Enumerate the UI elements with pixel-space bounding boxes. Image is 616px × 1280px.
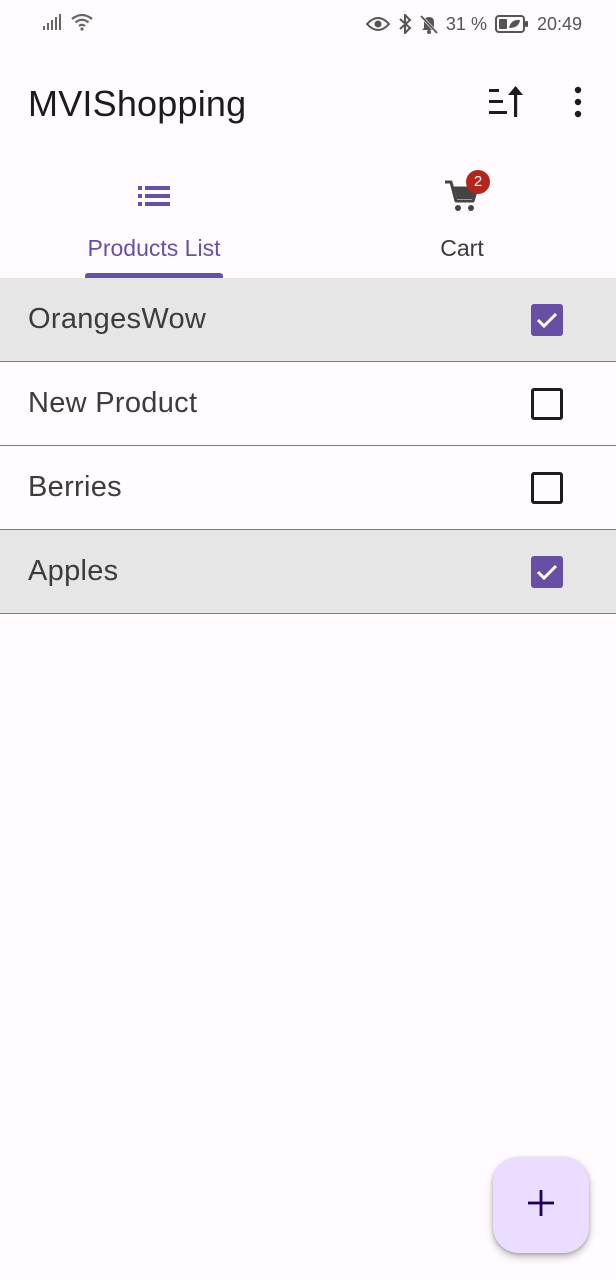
status-right: 31 % 20:49 [365, 13, 582, 35]
battery-icon [494, 15, 529, 33]
product-name: Apples [28, 555, 119, 587]
product-list: OrangesWow New Product Berries Apples [0, 278, 616, 614]
list-item[interactable]: New Product [0, 362, 616, 446]
check-icon [536, 564, 558, 581]
status-bar: 31 % 20:49 [0, 0, 616, 48]
more-options-button[interactable] [554, 80, 602, 128]
eye-icon [365, 16, 390, 32]
mute-icon [419, 14, 438, 34]
product-checkbox[interactable] [531, 304, 563, 336]
tab-products-list-label: Products List [87, 235, 221, 261]
battery-percent: 31 % [445, 13, 487, 34]
list-item[interactable]: Berries [0, 446, 616, 530]
tab-cart[interactable]: 2 Cart [308, 146, 616, 278]
signal-icon [42, 13, 62, 35]
tab-row: Products List 2 Cart [0, 146, 616, 278]
list-item[interactable]: Apples [0, 530, 616, 614]
product-name: Berries [28, 471, 122, 503]
add-icon [527, 1189, 555, 1222]
cart-count-badge: 2 [466, 170, 490, 194]
more-vert-icon [572, 86, 584, 123]
clock: 20:49 [536, 13, 582, 34]
tab-products-list[interactable]: Products List [0, 146, 308, 278]
top-app-bar: MVIShopping [0, 62, 616, 146]
product-name: OrangesWow [28, 303, 207, 335]
bluetooth-icon [398, 14, 412, 34]
sort-button[interactable] [482, 80, 530, 128]
cart-icon: 2 [442, 170, 490, 216]
product-checkbox[interactable] [531, 472, 563, 504]
check-icon [536, 312, 558, 329]
status-left [42, 13, 94, 36]
product-checkbox[interactable] [531, 388, 563, 420]
add-product-button[interactable] [493, 1157, 589, 1253]
app-title: MVIShopping [28, 83, 247, 124]
list-item[interactable]: OrangesWow [0, 278, 616, 362]
sort-icon [486, 84, 526, 125]
list-icon [134, 176, 174, 216]
wifi-icon [70, 13, 94, 36]
tab-cart-label: Cart [440, 235, 484, 261]
product-name: New Product [28, 387, 198, 419]
product-checkbox[interactable] [531, 556, 563, 588]
